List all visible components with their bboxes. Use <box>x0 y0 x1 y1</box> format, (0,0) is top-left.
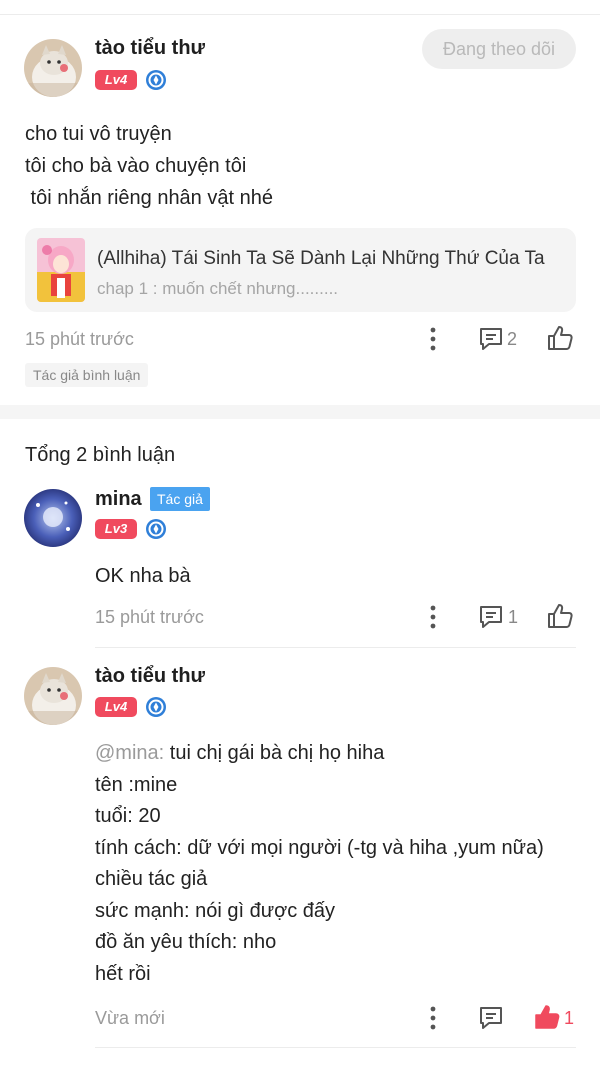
like-count: 1 <box>564 1008 575 1028</box>
level-badge: Lv4 <box>95 697 137 717</box>
comment-username[interactable]: tào tiểu thư <box>95 665 205 688</box>
total-comments: Tổng 2 bình luận <box>25 444 176 466</box>
story-chapter: chap 1 : muốn chết nhưng......... <box>97 279 339 298</box>
mention-link[interactable]: @mina: <box>95 742 164 764</box>
post-time: 15 phút trước <box>25 329 134 349</box>
level-badge: Lv3 <box>95 519 137 539</box>
more-options-icon[interactable] <box>428 1005 438 1031</box>
story-cover-image <box>37 238 85 302</box>
comment-divider <box>95 1047 576 1048</box>
like-icon[interactable] <box>546 324 574 352</box>
more-options-icon[interactable] <box>428 326 438 352</box>
section-divider <box>0 405 600 419</box>
comment-text: OK nha bà <box>95 565 191 587</box>
level-badge: Lv4 <box>95 70 137 90</box>
avatar[interactable] <box>24 667 82 725</box>
medal-icon <box>145 696 167 718</box>
author-tag: Tác giả <box>150 487 210 511</box>
comment-divider <box>95 647 576 648</box>
comment-username[interactable]: mina <box>95 488 142 511</box>
like-icon[interactable] <box>546 602 574 630</box>
follow-button[interactable]: Đang theo dõi <box>422 29 576 69</box>
medal-icon <box>145 69 167 91</box>
comment-time: 15 phút trước <box>95 607 204 627</box>
more-options-icon[interactable] <box>428 604 438 630</box>
post-body: cho tui vô truyện tôi cho bà vào chuyện … <box>25 123 273 209</box>
comment-body: tui chị gái bà chị họ hiha tên :mine tuổ… <box>95 742 544 985</box>
reply-icon[interactable] <box>477 603 505 631</box>
like-icon[interactable] <box>533 1003 561 1031</box>
comment-count: 2 <box>507 329 518 349</box>
avatar[interactable] <box>24 39 82 97</box>
comment-icon[interactable] <box>477 325 505 353</box>
author-comment-tag: Tác giả bình luận <box>25 363 149 387</box>
post-username[interactable]: tào tiểu thư <box>95 37 205 60</box>
medal-icon <box>145 518 167 540</box>
avatar[interactable] <box>24 489 82 547</box>
story-title: (Allhiha) Tái Sinh Ta Sẽ Dành Lại Những … <box>97 248 545 269</box>
reply-icon[interactable] <box>477 1004 505 1032</box>
main-post: tào tiểu thư Lv4 Đang theo dõi cho tui v… <box>0 15 600 405</box>
reply-count: 1 <box>508 607 519 627</box>
comment-time: Vừa mới <box>95 1008 165 1028</box>
comment-text: @mina: tui chị gái bà chị họ hiha tên :m… <box>95 738 544 990</box>
story-card[interactable]: (Allhiha) Tái Sinh Ta Sẽ Dành Lại Những … <box>25 228 576 312</box>
